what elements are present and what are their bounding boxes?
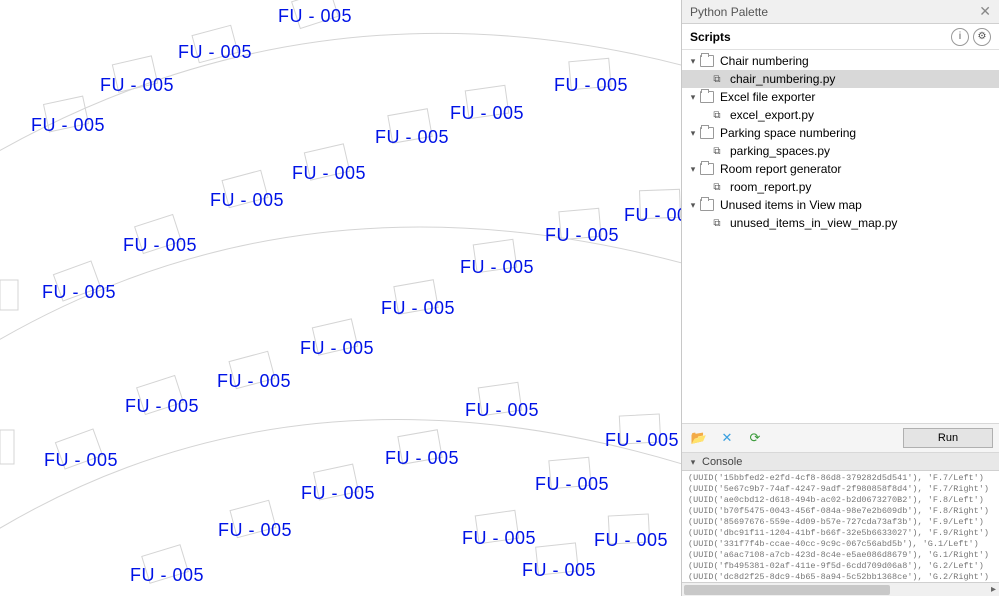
chevron-down-icon[interactable]: ▾	[688, 457, 698, 467]
furniture-label: FU - 005	[130, 565, 204, 586]
chevron-down-icon[interactable]: ▾	[688, 92, 698, 102]
clear-icon[interactable]: ✕	[716, 427, 738, 449]
python-file-icon: ⧉	[710, 216, 724, 230]
file-label: parking_spaces.py	[730, 144, 830, 158]
furniture-label: FU - 005	[594, 530, 668, 551]
furniture-label: FU - 005	[210, 190, 284, 211]
furniture-label: FU - 005	[554, 75, 628, 96]
furniture-label: FU - 005	[292, 163, 366, 184]
folder-icon	[700, 127, 714, 139]
python-file-icon: ⧉	[710, 180, 724, 194]
furniture-label: FU - 005	[522, 560, 596, 581]
chevron-down-icon[interactable]: ▾	[688, 128, 698, 138]
toolbar: 📂 ✕ ⟳ Run	[682, 423, 999, 453]
folder-label: Room report generator	[720, 162, 841, 176]
tree-folder[interactable]: ▾ Chair numbering	[682, 52, 999, 70]
tree-folder[interactable]: ▾ Unused items in View map	[682, 196, 999, 214]
panel-title: Python Palette	[690, 5, 768, 19]
gear-icon[interactable]: ⚙	[973, 28, 991, 46]
tree-file[interactable]: ⧉ room_report.py	[682, 178, 999, 196]
run-button[interactable]: Run	[903, 428, 993, 448]
scripts-heading: Scripts	[690, 30, 947, 44]
tree-file[interactable]: ⧉ unused_items_in_view_map.py	[682, 214, 999, 232]
furniture-label: FU - 005	[624, 205, 681, 226]
chevron-down-icon[interactable]: ▾	[688, 200, 698, 210]
furniture-label: FU - 005	[381, 298, 455, 319]
refresh-icon[interactable]: ⟳	[744, 427, 766, 449]
furniture-label: FU - 005	[44, 450, 118, 471]
tree-folder[interactable]: ▾ Room report generator	[682, 160, 999, 178]
drawing-canvas[interactable]: FU - 005FU - 005FU - 005FU - 005FU - 005…	[0, 0, 681, 596]
file-label: excel_export.py	[730, 108, 814, 122]
close-icon[interactable]: ✕	[979, 3, 991, 20]
python-file-icon: ⧉	[710, 144, 724, 158]
furniture-label: FU - 005	[385, 448, 459, 469]
furniture-label: FU - 005	[278, 6, 352, 27]
furniture-label: FU - 005	[375, 127, 449, 148]
chevron-down-icon[interactable]: ▾	[688, 56, 698, 66]
script-tree: ▾ Chair numbering ⧉ chair_numbering.py ▾ Exce…	[682, 50, 999, 234]
furniture-label: FU - 005	[545, 225, 619, 246]
horizontal-scrollbar[interactable]: ▸	[682, 582, 999, 596]
furniture-label: FU - 005	[218, 520, 292, 541]
furniture-label: FU - 005	[300, 338, 374, 359]
folder-label: Excel file exporter	[720, 90, 815, 104]
file-label: unused_items_in_view_map.py	[730, 216, 897, 230]
info-icon[interactable]: i	[951, 28, 969, 46]
folder-label: Unused items in View map	[720, 198, 862, 212]
furniture-label: FU - 005	[178, 42, 252, 63]
tree-file[interactable]: ⧉ parking_spaces.py	[682, 142, 999, 160]
file-label: room_report.py	[730, 180, 811, 194]
open-folder-icon[interactable]: 📂	[688, 427, 710, 449]
tree-folder[interactable]: ▾ Parking space numbering	[682, 124, 999, 142]
folder-icon	[700, 199, 714, 211]
furniture-label: FU - 005	[605, 430, 679, 451]
tree-file[interactable]: ⧉ excel_export.py	[682, 106, 999, 124]
tree-file[interactable]: ⧉ chair_numbering.py	[682, 70, 999, 88]
furniture-label: FU - 005	[42, 282, 116, 303]
furniture-label: FU - 005	[460, 257, 534, 278]
tree-folder[interactable]: ▾ Excel file exporter	[682, 88, 999, 106]
furniture-label: FU - 005	[535, 474, 609, 495]
python-file-icon: ⧉	[710, 108, 724, 122]
folder-label: Parking space numbering	[720, 126, 856, 140]
furniture-label: FU - 005	[217, 371, 291, 392]
furniture-label: FU - 005	[100, 75, 174, 96]
furniture-label: FU - 005	[123, 235, 197, 256]
furniture-label: FU - 005	[465, 400, 539, 421]
python-palette-panel: Python Palette ✕ Scripts i ⚙ ▾ Chair numb…	[681, 0, 999, 596]
python-file-icon: ⧉	[710, 72, 724, 86]
furniture-label: FU - 005	[301, 483, 375, 504]
file-label: chair_numbering.py	[730, 72, 835, 86]
console-output[interactable]: (UUID('15bbfed2-e2fd-4cf8-86d8-379282d5d…	[682, 471, 999, 582]
furniture-label: FU - 005	[450, 103, 524, 124]
console-heading: Console	[702, 456, 742, 468]
chevron-down-icon[interactable]: ▾	[688, 164, 698, 174]
furniture-label: FU - 005	[462, 528, 536, 549]
furniture-label: FU - 005	[125, 396, 199, 417]
furniture-label: FU - 005	[31, 115, 105, 136]
folder-icon	[700, 91, 714, 103]
folder-icon	[700, 163, 714, 175]
folder-icon	[700, 55, 714, 67]
folder-label: Chair numbering	[720, 54, 809, 68]
